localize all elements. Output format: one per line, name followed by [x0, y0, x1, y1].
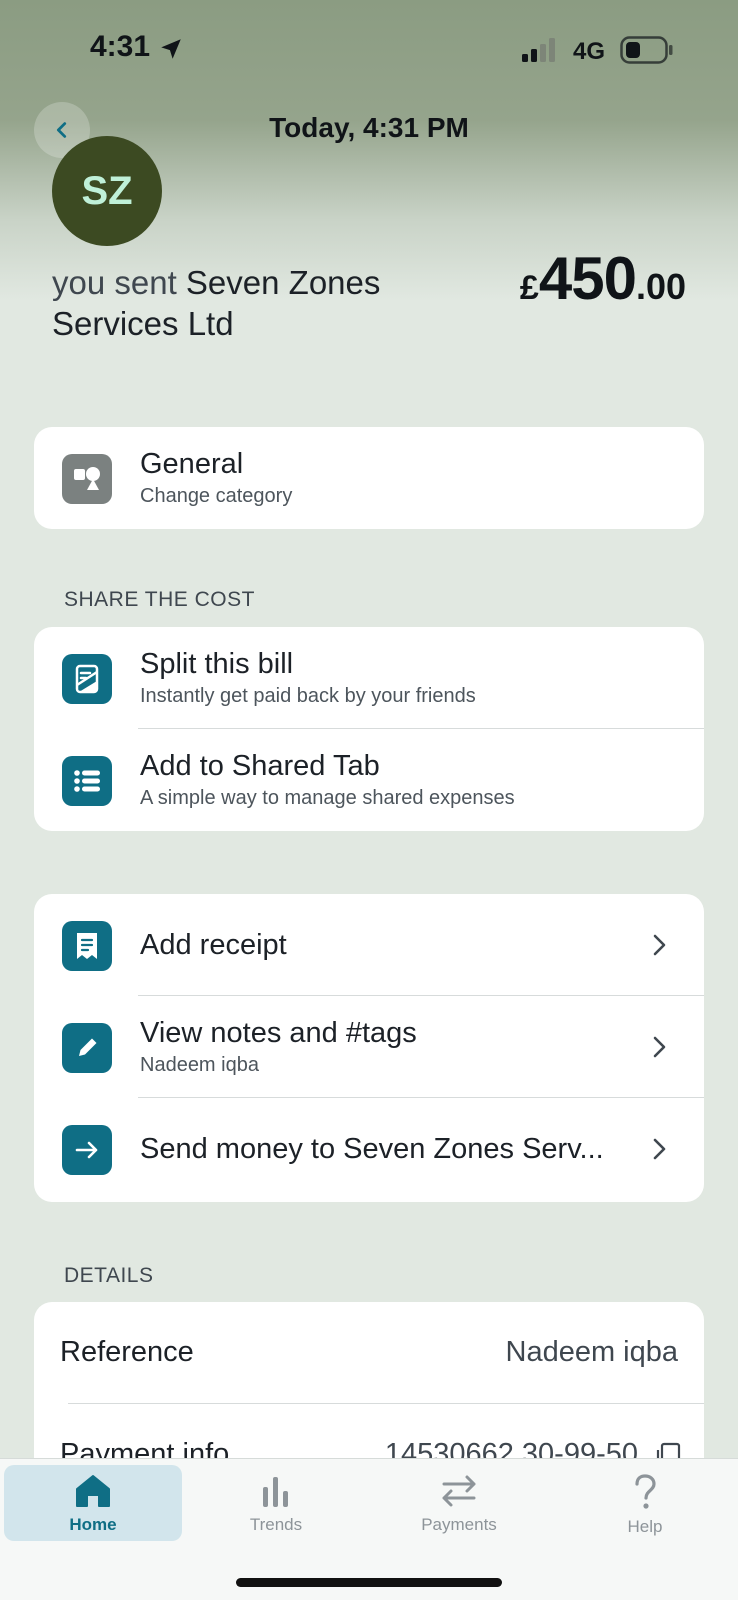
- amount-currency: £: [519, 269, 539, 307]
- notes-tags-title: View notes and #tags: [140, 1017, 417, 1049]
- split-bill-subtitle: Instantly get paid back by your friends: [140, 685, 476, 707]
- status-bar: 4:31 4G: [0, 0, 738, 100]
- tab-home[interactable]: Home: [4, 1465, 182, 1541]
- send-money-title: Send money to Seven Zones Serv...: [140, 1132, 604, 1165]
- shared-tab-title: Add to Shared Tab: [140, 750, 380, 782]
- chevron-right-icon: [653, 1138, 666, 1160]
- tab-help[interactable]: Help: [556, 1465, 734, 1541]
- receipt-icon: [62, 921, 112, 971]
- add-receipt-row[interactable]: Add receipt: [34, 894, 704, 996]
- details-section-label: DETAILS: [64, 1264, 154, 1287]
- payee-description: you sent Seven Zones Services Ltd: [52, 262, 472, 344]
- location-arrow-icon: [161, 39, 181, 59]
- shared-tab-subtitle: A simple way to manage shared expenses: [140, 787, 515, 809]
- chevron-right-icon: [653, 934, 666, 956]
- reference-label: Reference: [60, 1336, 194, 1368]
- category-title: General: [140, 448, 244, 480]
- transaction-amount: £ 450 .00: [520, 244, 686, 313]
- cellular-signal-icon: [522, 38, 555, 62]
- question-icon: [635, 1474, 656, 1509]
- tab-home-label: Home: [69, 1515, 117, 1534]
- shared-tab-row[interactable]: Add to Shared Tab A simple way to manage…: [34, 729, 704, 831]
- shapes-icon: [62, 454, 112, 504]
- arrow-right-icon: [62, 1125, 112, 1175]
- actions-card: Add receipt View notes and #tags Nadeem …: [34, 894, 704, 1202]
- tab-payments-label: Payments: [421, 1515, 497, 1534]
- home-icon: [76, 1475, 110, 1507]
- pencil-icon: [62, 1023, 112, 1073]
- transfer-arrows-icon: [442, 1475, 476, 1507]
- category-subtitle: Change category: [140, 485, 293, 507]
- chevron-right-icon: [653, 1036, 666, 1058]
- share-card: Split this bill Instantly get paid back …: [34, 627, 704, 831]
- home-indicator: [236, 1578, 502, 1587]
- category-card[interactable]: General Change category: [34, 427, 704, 529]
- tab-trends-label: Trends: [249, 1515, 303, 1534]
- notes-tags-row[interactable]: View notes and #tags Nadeem iqba: [34, 996, 704, 1098]
- amount-major: 450: [538, 245, 637, 312]
- reference-row: Reference Nadeem iqba: [34, 1302, 704, 1404]
- avatar: SZ: [52, 136, 162, 246]
- share-section-label: SHARE THE COST: [64, 588, 255, 611]
- send-money-row[interactable]: Send money to Seven Zones Serv...: [34, 1098, 704, 1200]
- notes-tags-subtitle: Nadeem iqba: [140, 1054, 259, 1076]
- category-row[interactable]: General Change category: [34, 427, 704, 529]
- reference-value: Nadeem iqba: [505, 1336, 679, 1368]
- tab-payments[interactable]: Payments: [370, 1465, 548, 1541]
- status-time: 4:31: [90, 30, 151, 63]
- list-icon: [62, 756, 112, 806]
- battery-icon: [620, 36, 673, 64]
- add-receipt-title: Add receipt: [140, 928, 287, 961]
- split-bill-title: Split this bill: [140, 648, 294, 680]
- split-bill-row[interactable]: Split this bill Instantly get paid back …: [34, 627, 704, 729]
- avatar-initials: SZ: [81, 168, 133, 213]
- tab-trends[interactable]: Trends: [187, 1465, 365, 1541]
- network-type: 4G: [573, 38, 606, 65]
- bar-chart-icon: [263, 1477, 288, 1507]
- tab-help-label: Help: [627, 1517, 663, 1536]
- split-bill-icon: [62, 654, 112, 704]
- amount-minor: .00: [635, 266, 686, 307]
- payee-prefix: you sent: [52, 264, 177, 301]
